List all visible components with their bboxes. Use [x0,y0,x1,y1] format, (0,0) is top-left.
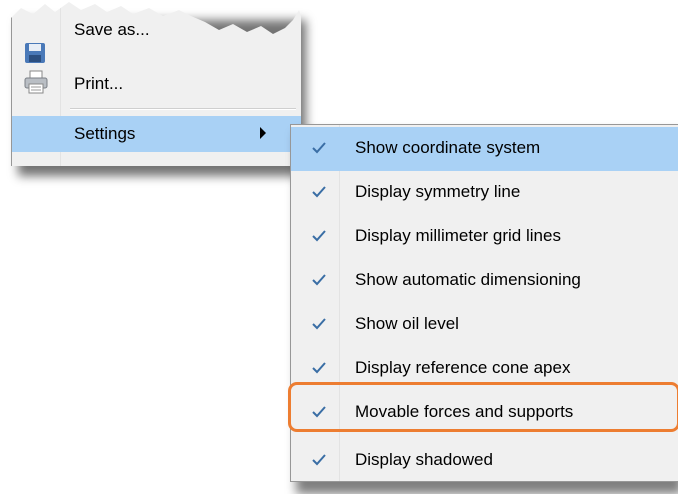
checkmark-icon [312,142,326,154]
menu-item-label: Display shadowed [355,450,493,469]
checkmark-icon [312,454,326,466]
menu-item-label: Print... [74,74,124,93]
menu-item-show-coordinate-system[interactable]: Show coordinate system [291,127,678,171]
menu-item-label: Display symmetry line [355,182,521,201]
checkmark-icon [312,230,326,242]
menu-item-display-symmetry-line[interactable]: Display symmetry line [291,171,678,215]
menu-separator [70,108,296,110]
menu-item-display-shadowed[interactable]: Display shadowed [291,439,678,483]
menu-item-label: Show coordinate system [355,138,541,157]
menu-item-label: Display reference cone apex [355,358,571,377]
checkmark-icon [312,362,326,374]
save-icon [25,43,45,63]
menu-item-settings[interactable]: Settings [12,116,301,152]
chevron-right-icon [260,127,266,139]
menu-item-display-millimeter-grid-lines[interactable]: Display millimeter grid lines [291,215,678,259]
menu-item-label: Show automatic dimensioning [355,270,581,289]
menu-item-label: Movable forces and supports [355,402,574,421]
menu-item-print[interactable]: Print... [12,66,301,102]
checkmark-icon [312,318,326,330]
menu-item-show-oil-level[interactable]: Show oil level [291,303,678,347]
settings-submenu: Show coordinate system Display symmetry … [290,124,678,482]
menu-item-display-reference-cone-apex[interactable]: Display reference cone apex [291,347,678,391]
menu-item-label: Display millimeter grid lines [355,226,561,245]
checkmark-icon [312,186,326,198]
menu-item-label: Show oil level [355,314,459,333]
menu-item-show-automatic-dimensioning[interactable]: Show automatic dimensioning [291,259,678,303]
menu-item-movable-forces-and-supports[interactable]: Movable forces and supports [291,391,678,435]
printer-icon [24,70,48,94]
checkmark-icon [312,406,326,418]
menu-item-label: Save as... [74,20,150,39]
checkmark-icon [312,274,326,286]
menu-item-label: Settings [74,124,136,143]
